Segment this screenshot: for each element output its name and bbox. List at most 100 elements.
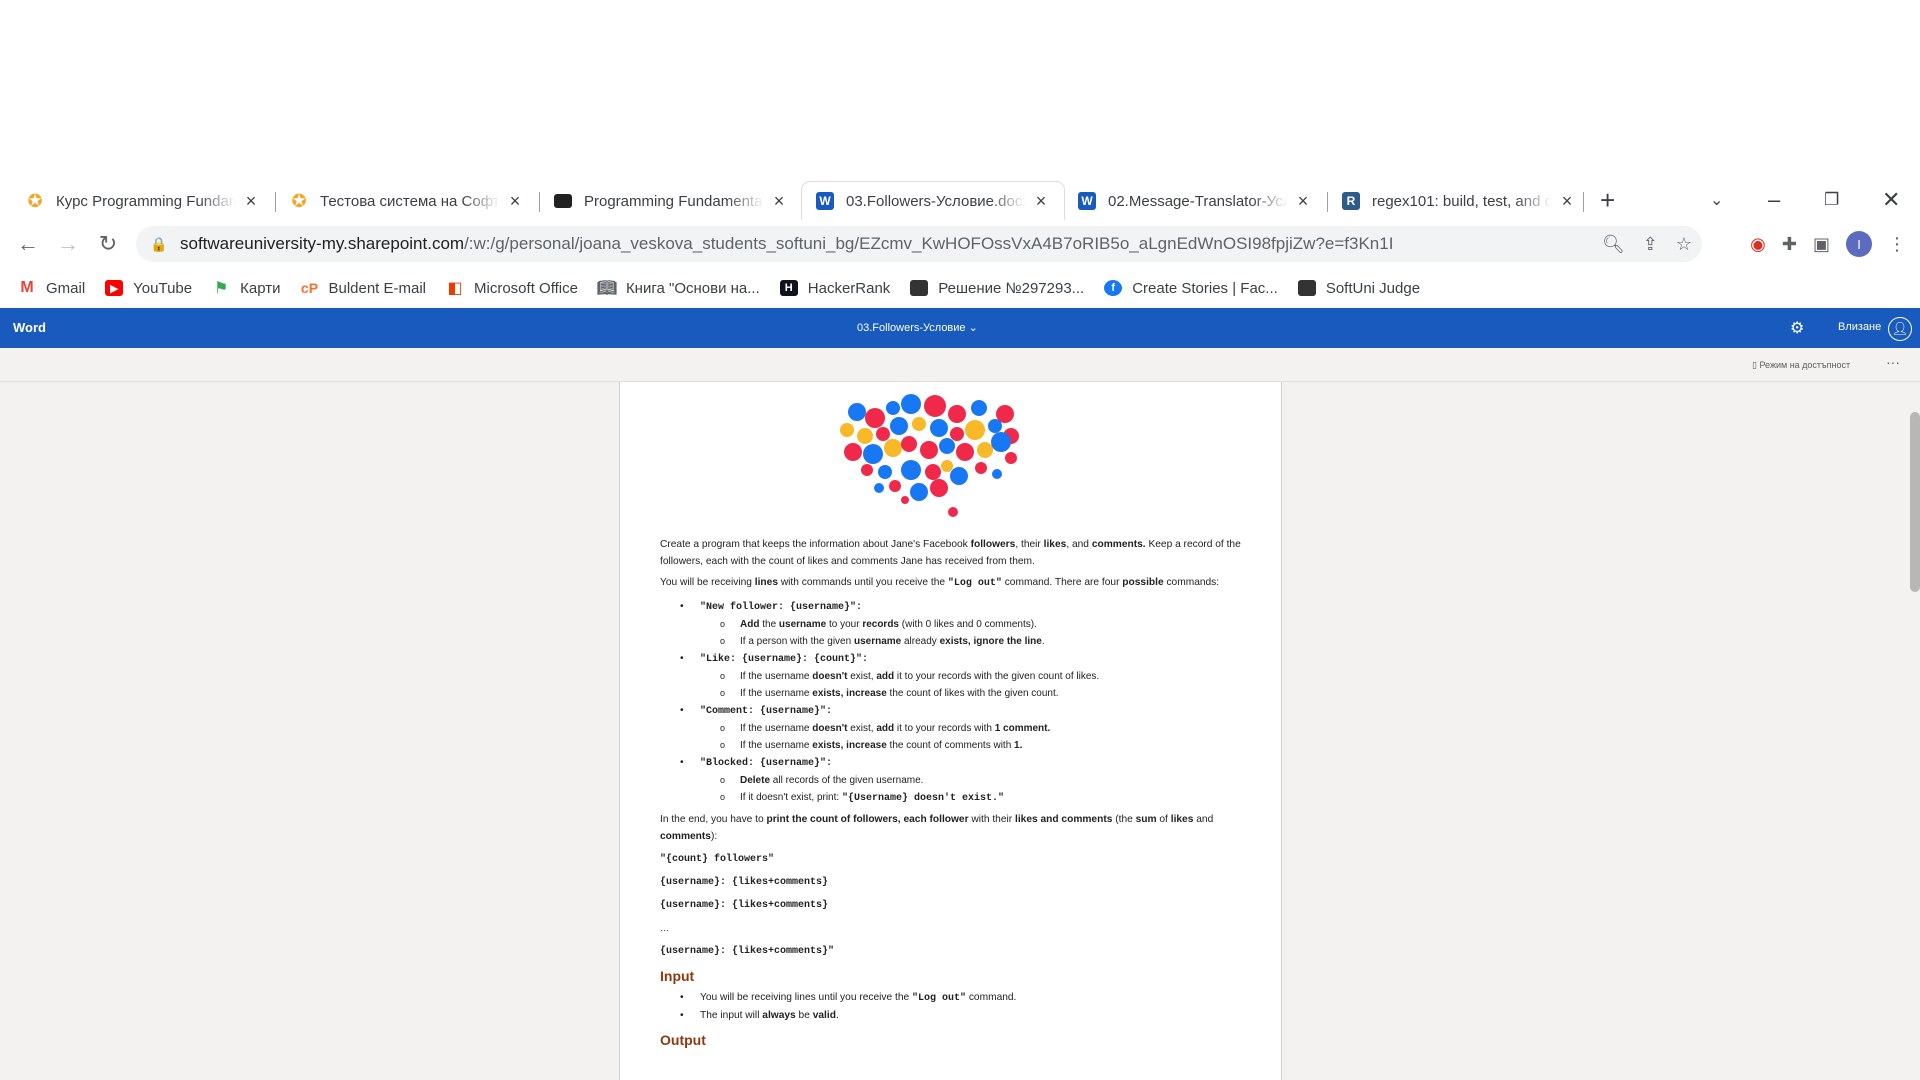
text: If the username: [740, 740, 813, 751]
commands-list: "New follower: {username}": Add the user…: [660, 598, 1242, 807]
facebook-icon: f: [1104, 280, 1123, 296]
star-icon[interactable]: ☆: [1676, 234, 1692, 255]
new-tab-button[interactable]: +: [1600, 180, 1615, 220]
extension-icon[interactable]: ◉: [1750, 234, 1766, 255]
accessibility-mode-button[interactable]: ▯ Режим на достъпност: [1752, 360, 1850, 371]
reaction-bubbles: [840, 394, 1019, 517]
plus-icon: +: [1600, 184, 1616, 215]
app-name[interactable]: Word: [13, 320, 46, 335]
more-options-icon[interactable]: ···: [1886, 354, 1900, 370]
zoom-icon[interactable]: 🔍︎: [1602, 234, 1625, 255]
commands-intro: You will be receiving lines with command…: [660, 574, 1242, 592]
avatar[interactable]: I: [1846, 231, 1872, 257]
text: add: [876, 723, 895, 734]
document-page: Create a program that keeps the informat…: [619, 382, 1282, 1080]
sub-item: Delete all records of the given username…: [700, 772, 1242, 789]
bookmark-maps[interactable]: ⚑ Карти: [212, 279, 281, 298]
close-window-button[interactable]: ✕: [1882, 180, 1900, 220]
close-icon[interactable]: ×: [770, 192, 788, 210]
bookmark-solution[interactable]: Решение №297293...: [910, 280, 1084, 297]
intro-paragraph: Create a program that keeps the informat…: [660, 536, 1242, 570]
text: If the username: [740, 688, 813, 699]
minimize-button[interactable]: –: [1768, 180, 1780, 220]
gear-icon[interactable]: ⚙: [1790, 318, 1804, 338]
tab-softuni-course[interactable]: ✪ Курс Programming Fundamentals ×: [12, 182, 274, 220]
text: valid: [812, 1010, 836, 1021]
address-bar[interactable]: 🔒 softwareuniversity-my.sharepoint.com/:…: [136, 226, 1702, 262]
puzzle-icon[interactable]: ✚: [1782, 234, 1797, 255]
text: "Log out": [947, 578, 1002, 589]
bookmark-hackerrank[interactable]: H HackerRank: [779, 280, 890, 297]
bookmark-office[interactable]: ◧ Microsoft Office: [446, 280, 577, 298]
bookmark-buldent[interactable]: cP Buldent E-mail: [300, 280, 426, 297]
bookmark-judge[interactable]: SoftUni Judge: [1297, 280, 1420, 297]
tab-programming-fundamentals[interactable]: Programming Fundamentals ×: [540, 182, 802, 220]
judge-icon: [910, 280, 929, 296]
tab-message-translator[interactable]: W 02.Message-Translator-Условие ×: [1064, 182, 1326, 220]
tab-search-button[interactable]: ⌄: [1710, 180, 1723, 220]
text: Create a program that keeps the informat…: [660, 539, 971, 550]
text: and: [1193, 814, 1214, 825]
chevron-down-icon: ⌄: [968, 322, 978, 334]
command-name: "New follower: {username}":: [700, 602, 863, 613]
document-body: Create a program that keeps the informat…: [660, 536, 1242, 1053]
close-icon[interactable]: ×: [1032, 192, 1050, 210]
chevron-down-icon: ⌄: [1710, 192, 1724, 209]
lock-icon: 🔒: [150, 236, 168, 252]
sidepanel-icon[interactable]: ▣: [1813, 234, 1830, 255]
doc-title: 03.Followers-Условие: [857, 322, 966, 334]
tab-separator: [1583, 192, 1584, 212]
arrow-right-icon: →: [57, 231, 79, 256]
forward-button[interactable]: →: [48, 224, 88, 264]
close-icon: ✕: [1882, 187, 1901, 212]
sub-list: Delete all records of the given username…: [700, 772, 1242, 807]
sub-item: If the username exists, increase the cou…: [700, 737, 1242, 754]
command-name: "Like: {username}: {count}":: [700, 654, 869, 665]
menu-icon[interactable]: ⋮: [1888, 234, 1906, 255]
url-text: softwareuniversity-my.sharepoint.com/:w:…: [180, 234, 1393, 254]
tab-regex101[interactable]: R regex101: build, test, and debug ×: [1328, 182, 1590, 220]
command-item: "Like: {username}: {count}": If the user…: [660, 650, 1242, 702]
tab-softuni-test[interactable]: ✪ Тестова система на СофтУни ×: [276, 182, 538, 220]
restore-button[interactable]: ❐: [1824, 180, 1839, 220]
command-item: "Comment: {username}": If the username d…: [660, 702, 1242, 754]
back-button[interactable]: ←: [8, 224, 48, 264]
browser-toolbar: ← → ↻ 🔒 softwareuniversity-my.sharepoint…: [0, 220, 1920, 268]
office-icon: ◧: [447, 280, 463, 297]
signin-link[interactable]: Влизане: [1838, 321, 1881, 333]
user-icon[interactable]: 👤︎: [1888, 317, 1912, 341]
output-heading: Output: [660, 1032, 706, 1048]
reload-button[interactable]: ↻: [88, 224, 128, 264]
bookmark-facebook[interactable]: f Create Stories | Fac...: [1104, 280, 1278, 297]
bookmark-label: YouTube: [133, 279, 193, 297]
text: comments.: [1091, 539, 1146, 550]
text: exists, increase: [812, 688, 887, 699]
bookmark-gmail[interactable]: M Gmail: [18, 279, 85, 297]
share-icon[interactable]: ⇪: [1643, 234, 1658, 255]
youtube-icon: ▶: [105, 280, 124, 296]
close-icon[interactable]: ×: [1558, 192, 1576, 210]
close-icon[interactable]: ×: [1294, 192, 1312, 210]
text: If the username: [740, 671, 813, 682]
text: print the count of followers, each follo…: [766, 814, 969, 825]
text: exist,: [847, 723, 877, 734]
tab-title: Programming Fundamentals: [584, 192, 764, 210]
close-icon[interactable]: ×: [506, 192, 524, 210]
text: comments: [660, 831, 711, 842]
input-item: The input will always be valid.: [660, 1007, 1242, 1024]
doc-title-button[interactable]: 03.Followers-Условие ⌄: [857, 321, 978, 334]
tab-followers-doc[interactable]: W 03.Followers-Условие.docx ×: [802, 182, 1064, 220]
bookmark-label: Карти: [240, 279, 281, 297]
text: You will be receiving: [660, 577, 755, 588]
bookmark-youtube[interactable]: ▶ YouTube: [105, 280, 192, 297]
bookmark-book[interactable]: 📖︎ Книга "Основи на...: [597, 280, 760, 298]
close-icon[interactable]: ×: [242, 192, 260, 210]
text: exists, ignore the line: [939, 636, 1042, 647]
text: You will be receiving lines until you re…: [700, 992, 912, 1003]
text: .: [1041, 636, 1045, 647]
regex-icon: R: [1342, 192, 1360, 210]
text: In the end, you have to: [660, 814, 767, 825]
tab-title: Тестова система на СофтУни: [320, 192, 500, 210]
vertical-scrollbar[interactable]: [1910, 412, 1920, 592]
text: the: [759, 619, 779, 630]
